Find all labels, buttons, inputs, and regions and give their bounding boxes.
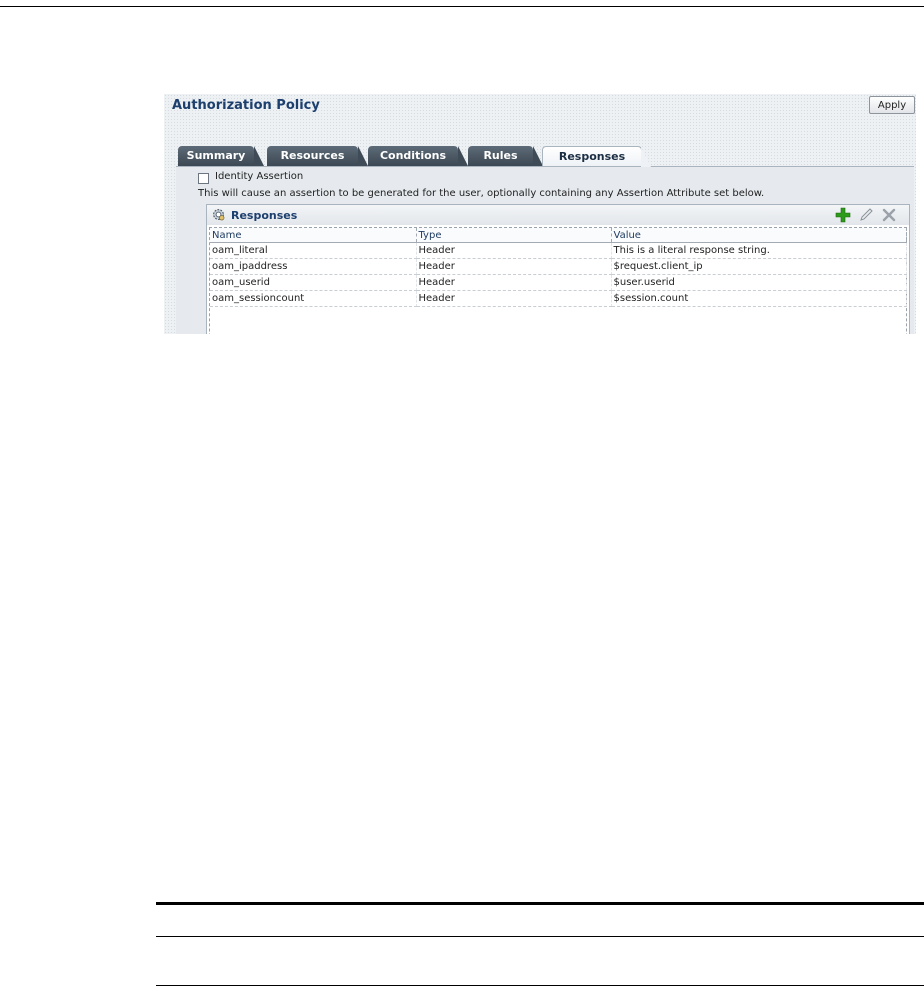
tab-rules[interactable]: Rules (468, 146, 543, 166)
responses-table: Name Type Value oam_literal Header This … (209, 227, 907, 334)
authorization-policy-screenshot: Authorization Policy Apply Summary Resou… (164, 94, 916, 334)
cell-value: $session.count (611, 290, 907, 307)
responses-title: Responses (231, 209, 298, 222)
policy-title: Authorization Policy (172, 98, 320, 113)
cell-type: Header (416, 290, 612, 307)
cell-name: oam_ipaddress (210, 258, 417, 275)
cell-type: Header (416, 258, 612, 275)
policy-tabs: Summary Resources Conditions Rules Respo… (178, 146, 916, 167)
cell-name: oam_literal (210, 242, 417, 259)
tab-responses[interactable]: Responses (542, 146, 651, 167)
responses-tab-panel: Identity Assertion This will cause an as… (176, 166, 914, 334)
cell-name: oam_userid (210, 274, 417, 291)
column-header-type[interactable]: Type (416, 228, 612, 243)
responses-header: Responses (207, 205, 909, 225)
tab-summary[interactable]: Summary (178, 146, 264, 166)
footer-rule (156, 936, 924, 937)
page-top-rule (0, 6, 924, 7)
tab-conditions[interactable]: Conditions (368, 146, 468, 166)
table-header-row: Name Type Value (210, 228, 907, 243)
edit-icon[interactable] (858, 207, 874, 223)
identity-assertion-label: Identity Assertion (215, 171, 304, 182)
add-icon[interactable] (835, 207, 851, 223)
cell-type: Header (416, 242, 612, 259)
footer-rule-thick (156, 902, 924, 905)
tab-resources[interactable]: Resources (267, 146, 368, 166)
cell-value: $request.client_ip (611, 258, 907, 275)
table-row[interactable]: oam_sessioncount Header $session.count (210, 290, 907, 307)
table-row[interactable]: oam_userid Header $user.userid (210, 274, 907, 291)
table-row[interactable]: oam_ipaddress Header $request.client_ip (210, 258, 907, 275)
column-header-value[interactable]: Value (611, 228, 907, 243)
cell-type: Header (416, 274, 612, 291)
cell-value: This is a literal response string. (611, 242, 907, 259)
column-header-name[interactable]: Name (210, 228, 417, 243)
identity-assertion-description: This will cause an assertion to be gener… (198, 188, 765, 199)
responses-panel: Responses Name Type Value oam_literal He… (206, 204, 910, 334)
identity-assertion-checkbox[interactable] (198, 173, 209, 184)
gear-icon (213, 209, 225, 221)
apply-button[interactable]: Apply (869, 96, 915, 114)
table-row[interactable]: oam_literal Header This is a literal res… (210, 242, 907, 259)
delete-icon[interactable] (881, 207, 897, 223)
cell-value: $user.userid (611, 274, 907, 291)
cell-name: oam_sessioncount (210, 290, 417, 307)
